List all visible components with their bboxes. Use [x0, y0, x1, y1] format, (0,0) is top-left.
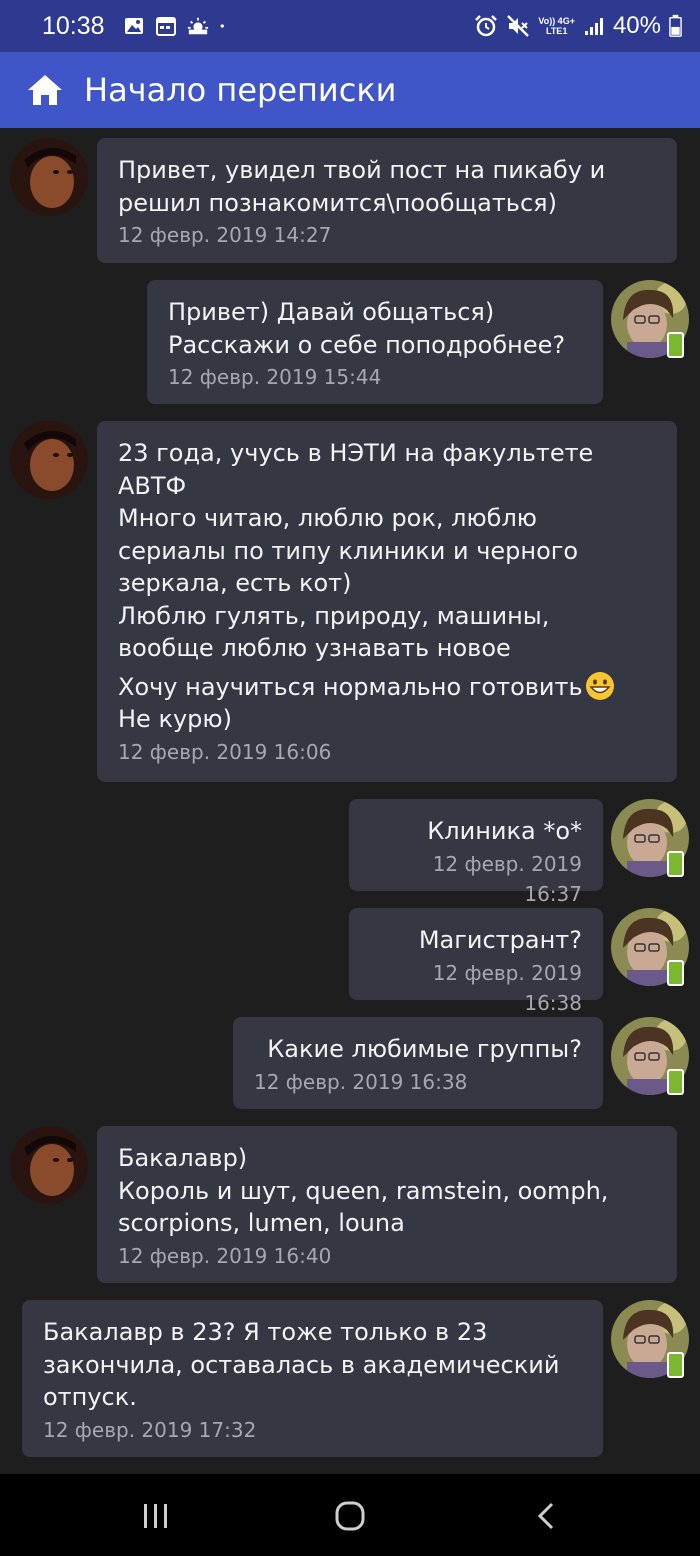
- message-text: Магистрант?: [418, 926, 582, 954]
- back-icon[interactable]: [532, 1500, 564, 1532]
- battery-percent: 40%: [612, 12, 661, 39]
- message-bubble[interactable]: 23 года, учусь в НЭТИ на факультете АВТФ…: [97, 421, 677, 782]
- avatar-sender[interactable]: [10, 1126, 88, 1204]
- online-mobile-icon: [667, 960, 684, 986]
- grinning-face-emoji: [585, 671, 614, 700]
- chat-list[interactable]: Привет, увидел твой пост на пикабу и реш…: [0, 128, 700, 1474]
- message-text-line: Не курю): [118, 705, 232, 733]
- message-bubble[interactable]: Привет, увидел твой пост на пикабу и реш…: [97, 138, 677, 263]
- network-type: Vo)) 4G+ LTE1: [538, 16, 575, 36]
- avatar-sender-image: [10, 138, 88, 216]
- battery-icon: [669, 14, 682, 37]
- signal-icon: [584, 18, 603, 35]
- message-bubble[interactable]: Клиника *о* 12 февр. 2019 16:37: [349, 799, 603, 906]
- avatar-sender-image: [10, 1126, 88, 1204]
- home-circle-icon[interactable]: [334, 1500, 366, 1532]
- message-timestamp: 12 февр. 2019 16:38: [432, 960, 582, 1015]
- message-text-line: Хочу научиться нормально готовить: [118, 671, 656, 704]
- message-bubble[interactable]: Бакалавр в 23? Я тоже только в 23 законч…: [22, 1300, 603, 1457]
- alarm-icon: [475, 15, 498, 37]
- message-bubble[interactable]: Бакалавр) Король и шут, queen, ramstein,…: [97, 1126, 677, 1283]
- message-bubble[interactable]: Какие любимые группы? 12 февр. 2019 16:3…: [233, 1017, 603, 1109]
- message-text: Бакалавр в 23? Я тоже только в 23 законч…: [43, 1318, 560, 1411]
- message-text: Какие любимые группы?: [267, 1035, 582, 1063]
- message-timestamp: 12 февр. 2019 16:40: [118, 1243, 332, 1268]
- status-bar: 10:38 Vo)) 4G+ LTE1 40%: [0, 0, 700, 52]
- gallery-icon: [124, 18, 143, 34]
- mute-icon: [507, 15, 530, 37]
- message-text: Клиника *о*: [427, 817, 582, 845]
- message-text: Привет) Давай общаться) Расскажи о себе …: [168, 298, 566, 359]
- system-nav-bar: [0, 1474, 700, 1556]
- recent-apps-icon[interactable]: [140, 1500, 172, 1532]
- message-text: Бакалавр) Король и шут, queen, ramstein,…: [118, 1144, 609, 1237]
- network-type-top: Vo)) 4G+: [538, 16, 575, 26]
- online-mobile-icon: [667, 1352, 684, 1378]
- avatar-sender-image: [10, 421, 88, 499]
- avatar-sender[interactable]: [10, 421, 88, 499]
- message-text-part: Хочу научиться нормально готовить: [118, 672, 583, 701]
- status-time: 10:38: [42, 11, 105, 40]
- message-timestamp: 12 февр. 2019 16:06: [118, 739, 332, 764]
- calendar-icon: [155, 17, 176, 36]
- message-timestamp: 12 февр. 2019 16:37: [432, 851, 582, 906]
- network-type-bottom: LTE1: [545, 26, 568, 36]
- message-timestamp: 12 февр. 2019 17:32: [43, 1417, 257, 1442]
- home-icon[interactable]: [26, 71, 64, 109]
- message-bubble[interactable]: Магистрант? 12 февр. 2019 16:38: [349, 908, 603, 1015]
- message-timestamp: 12 февр. 2019 14:27: [118, 223, 332, 247]
- page-title: Начало переписки: [84, 71, 397, 109]
- message-timestamp: 12 февр. 2019 16:38: [254, 1069, 468, 1094]
- dot-icon: [220, 24, 224, 28]
- online-mobile-icon: [667, 332, 684, 358]
- status-notification-icons: [123, 15, 231, 37]
- message-text: Привет, увидел твой пост на пикабу и реш…: [118, 156, 606, 217]
- avatar-sender[interactable]: [10, 138, 88, 216]
- online-mobile-icon: [667, 1069, 684, 1095]
- app-bar: Начало переписки: [0, 52, 700, 128]
- message-timestamp: 12 февр. 2019 15:44: [168, 365, 382, 389]
- message-text: 23 года, учусь в НЭТИ на факультете АВТФ…: [118, 439, 594, 662]
- status-system-icons: Vo)) 4G+ LTE1 40%: [474, 12, 682, 40]
- message-bubble[interactable]: Привет) Давай общаться) Расскажи о себе …: [147, 280, 603, 404]
- weather-icon: [187, 17, 208, 35]
- online-mobile-icon: [667, 851, 684, 877]
